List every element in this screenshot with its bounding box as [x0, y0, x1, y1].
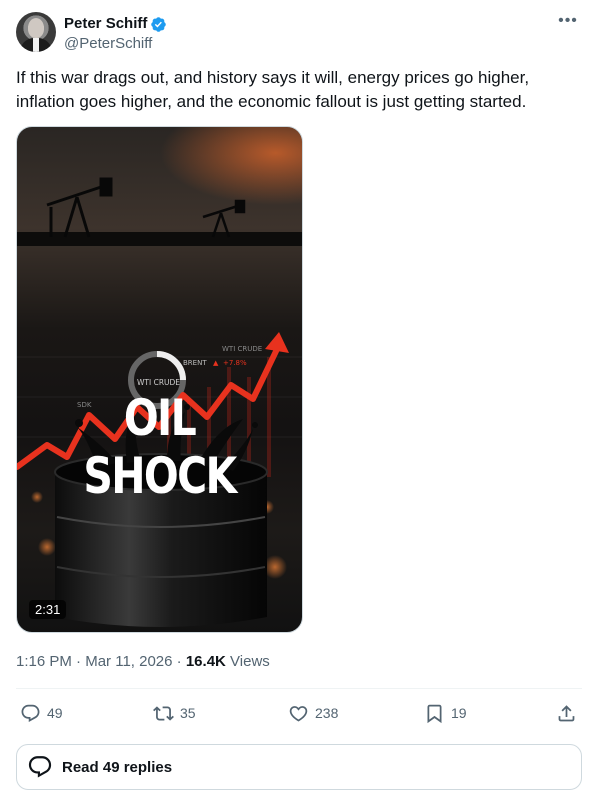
bookmark-button[interactable]: 19	[424, 700, 467, 726]
author-display-name[interactable]: Peter Schiff	[64, 14, 167, 34]
heart-icon	[289, 705, 308, 722]
wti-crude-label: WTI CRUDE	[222, 345, 262, 353]
meta-separator-2: ·	[176, 653, 182, 670]
author-handle[interactable]: @PeterSchiff	[64, 34, 167, 54]
repost-button[interactable]: 35	[153, 700, 196, 726]
reply-bubble-icon	[28, 756, 52, 778]
display-name-text: Peter Schiff	[64, 15, 148, 32]
video-duration: 2:31	[29, 600, 67, 619]
read-replies-label: Read 49 replies	[62, 758, 173, 776]
action-bar: 49 35 238 19	[16, 700, 582, 726]
read-replies-button[interactable]: Read 49 replies	[16, 744, 582, 790]
share-icon	[558, 704, 575, 721]
divider	[16, 688, 582, 689]
verified-badge-icon	[151, 16, 167, 32]
wti-crude-ring-label: WTI CRUDE	[137, 378, 180, 387]
author-names: Peter Schiff @PeterSchiff	[64, 14, 167, 54]
repost-count: 35	[180, 705, 196, 721]
svg-text:▲: ▲	[213, 359, 219, 367]
reply-count: 49	[47, 705, 63, 721]
reply-button[interactable]: 49	[20, 700, 63, 726]
bookmark-count: 19	[451, 705, 467, 721]
avatar[interactable]	[16, 12, 56, 52]
video-title: OIL SHOCK	[83, 389, 237, 505]
reply-icon	[21, 704, 40, 722]
tweet-date[interactable]: Mar 11, 2026	[85, 653, 172, 670]
tweet-header: Peter Schiff @PeterSchiff •••	[16, 12, 582, 56]
meta-separator: ·	[76, 653, 82, 670]
tweet-time[interactable]: 1:16 PM	[16, 653, 72, 670]
tweet-meta: 1:16 PM · Mar 11, 2026 · 16.4K Views	[16, 652, 270, 672]
like-count: 238	[315, 705, 339, 721]
video-thumbnail[interactable]: WTI CRUDE BRENT ▲ +7.8% WTI CRUDE SDK OI…	[16, 126, 303, 633]
more-horizontal-icon[interactable]: •••	[558, 13, 578, 34]
tweet-text: If this war drags out, and history says …	[16, 68, 530, 111]
views-count: 16.4K	[185, 653, 226, 670]
video-artwork: WTI CRUDE BRENT ▲ +7.8% WTI CRUDE SDK	[17, 127, 302, 627]
like-button[interactable]: 238	[288, 700, 338, 726]
share-button[interactable]	[556, 700, 577, 726]
brent-label: BRENT	[183, 359, 207, 367]
views-label: Views	[230, 653, 270, 670]
repost-icon	[153, 705, 174, 721]
bookmark-icon	[427, 704, 442, 723]
brent-change-label: +7.8%	[223, 359, 247, 367]
